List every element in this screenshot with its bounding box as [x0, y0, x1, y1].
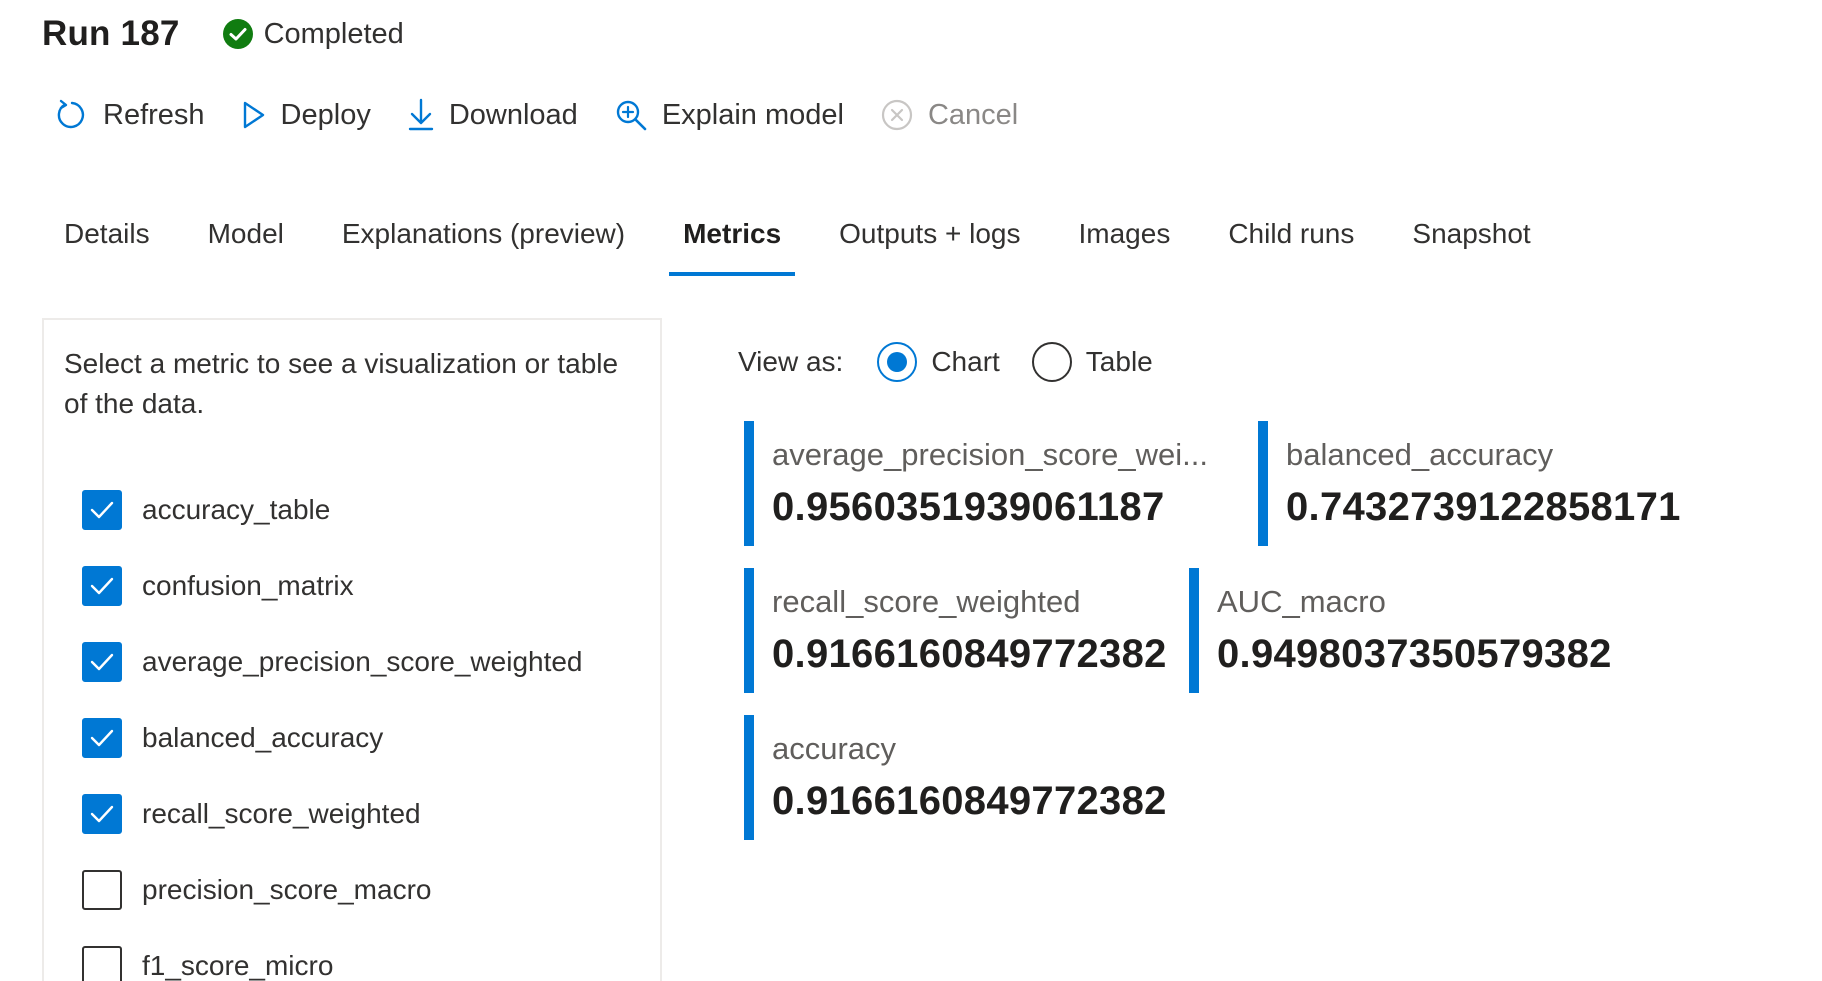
radio-button[interactable]	[877, 342, 918, 382]
metric-card: recall_score_weighted 0.9166160849772382	[744, 568, 1190, 693]
metric-card: balanced_accuracy 0.7432739122858171	[1258, 421, 1738, 546]
tab-snapshot[interactable]: Snapshot	[1388, 210, 1554, 276]
metric-checkbox-list: accuracy_table confusion_matrix average_…	[82, 472, 583, 981]
checkbox[interactable]	[82, 870, 122, 910]
checkbox[interactable]	[82, 566, 122, 606]
radio-label: Chart	[931, 346, 1000, 377]
tab-model[interactable]: Model	[184, 210, 308, 276]
cancel-button[interactable]: Cancel	[880, 98, 1018, 132]
metric-card-value: 0.7432739122858171	[1286, 485, 1681, 529]
checkmark-icon	[90, 501, 114, 519]
metric-card: AUC_macro 0.9498037350579382	[1189, 568, 1669, 693]
checkmark-icon	[90, 805, 114, 823]
download-icon	[408, 98, 434, 131]
tab-details[interactable]: Details	[40, 210, 174, 276]
tab-outputs-logs[interactable]: Outputs + logs	[815, 210, 1044, 276]
download-label: Download	[448, 98, 578, 131]
metric-card-value: 0.9498037350579382	[1217, 632, 1612, 676]
panel-instructions: Select a metric to see a visualization o…	[64, 348, 619, 419]
run-details-page: Run 187 Completed Refresh Deploy Downloa…	[0, 0, 1822, 981]
download-button[interactable]: Download	[407, 98, 578, 132]
refresh-button[interactable]: Refresh	[55, 98, 205, 132]
metric-card-name: AUC_macro	[1217, 584, 1386, 619]
metric-item-confusion-matrix[interactable]: confusion_matrix	[82, 548, 583, 624]
page-title: Run 187	[42, 14, 180, 53]
command-bar: Refresh Deploy Download Explain model Ca…	[55, 98, 1054, 132]
metric-card-name: average_precision_score_wei...	[772, 437, 1208, 472]
tab-explanations[interactable]: Explanations (preview)	[318, 210, 649, 276]
metric-item-recall-score[interactable]: recall_score_weighted	[82, 776, 583, 852]
checkmark-icon	[90, 653, 114, 671]
checkbox[interactable]	[82, 718, 122, 758]
metric-label: precision_score_macro	[142, 874, 432, 905]
metric-card: accuracy 0.9166160849772382	[744, 715, 1190, 840]
metric-card-value: 0.9560351939061187	[772, 485, 1165, 529]
tab-child-runs[interactable]: Child runs	[1204, 210, 1378, 276]
metric-card-value: 0.9166160849772382	[772, 632, 1167, 676]
radio-button[interactable]	[1031, 342, 1072, 382]
metric-item-accuracy-table[interactable]: accuracy_table	[82, 472, 583, 548]
refresh-label: Refresh	[103, 98, 205, 131]
metric-card: average_precision_score_wei... 0.9560351…	[744, 421, 1234, 546]
radio-label: Table	[1085, 346, 1153, 377]
metric-selection-panel: Select a metric to see a visualization o…	[42, 318, 662, 981]
play-icon	[243, 101, 264, 129]
metric-card-name: balanced_accuracy	[1286, 437, 1554, 472]
explain-model-label: Explain model	[661, 98, 844, 131]
view-as-group: View as: Chart Table	[738, 342, 1185, 382]
metric-label: accuracy_table	[142, 494, 331, 525]
metric-card-name: accuracy	[772, 731, 897, 766]
cancel-label: Cancel	[927, 98, 1019, 131]
deploy-label: Deploy	[280, 98, 371, 131]
metric-card-value: 0.9166160849772382	[772, 779, 1167, 823]
run-header: Run 187 Completed	[42, 14, 404, 54]
tab-images[interactable]: Images	[1055, 210, 1195, 276]
view-table-option[interactable]: Table	[1031, 342, 1153, 382]
checkbox[interactable]	[82, 490, 122, 530]
checkbox[interactable]	[82, 946, 122, 981]
metric-item-f1-micro[interactable]: f1_score_micro	[82, 928, 583, 981]
metric-label: average_precision_score_weighted	[142, 646, 583, 677]
status-text: Completed	[263, 17, 404, 50]
metric-label: f1_score_micro	[142, 950, 334, 981]
view-as-label: View as:	[738, 346, 844, 377]
zoom-in-icon	[616, 100, 647, 131]
checkmark-icon	[90, 577, 114, 595]
metric-item-average-precision[interactable]: average_precision_score_weighted	[82, 624, 583, 700]
view-chart-option[interactable]: Chart	[877, 342, 1000, 382]
metric-label: confusion_matrix	[142, 570, 354, 601]
status-badge: Completed	[222, 18, 404, 51]
tab-metrics[interactable]: Metrics	[659, 210, 805, 276]
metric-card-name: recall_score_weighted	[772, 584, 1081, 619]
checkmark-icon	[90, 729, 114, 747]
metric-item-balanced-accuracy[interactable]: balanced_accuracy	[82, 700, 583, 776]
checkbox[interactable]	[82, 642, 122, 682]
refresh-icon	[57, 99, 85, 129]
tab-bar: Details Model Explanations (preview) Met…	[40, 210, 1565, 276]
metric-label: balanced_accuracy	[142, 722, 384, 753]
metric-label: recall_score_weighted	[142, 798, 421, 829]
checkmark-circle-icon	[222, 18, 254, 50]
metric-item-precision-macro[interactable]: precision_score_macro	[82, 852, 583, 928]
deploy-button[interactable]: Deploy	[241, 99, 371, 132]
explain-model-button[interactable]: Explain model	[614, 98, 844, 132]
checkbox[interactable]	[82, 794, 122, 834]
cancel-circle-icon	[881, 99, 913, 131]
